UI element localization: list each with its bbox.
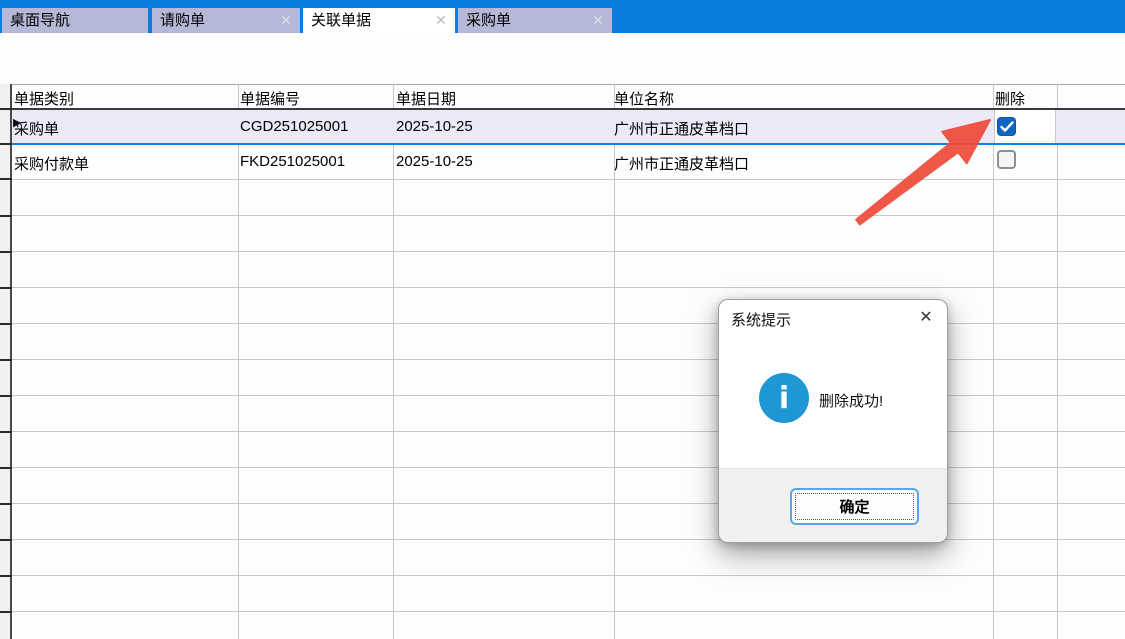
column-header-doc-type[interactable]: 单据类别 — [14, 88, 74, 109]
close-icon[interactable]: ✕ — [278, 8, 294, 33]
tab-label: 采购单 — [466, 12, 511, 29]
gutter-tick — [0, 323, 12, 325]
column-header-doc-date[interactable]: 单据日期 — [396, 88, 456, 109]
tab-bar: 桌面导航 请购单 ✕ 关联单据 ✕ 采购单 ✕ — [0, 0, 1125, 33]
tab-label: 桌面导航 — [10, 12, 70, 29]
header-bottom-border — [0, 108, 1125, 110]
gutter-tick — [0, 143, 12, 145]
tab-desktop-nav[interactable]: 桌面导航 — [2, 8, 148, 33]
selected-row-bottom-border — [0, 143, 1125, 145]
info-icon: i — [759, 373, 809, 423]
dialog-title: 系统提示 — [731, 309, 791, 330]
tab-label: 请购单 — [160, 12, 205, 29]
gutter-tick — [0, 395, 12, 397]
gutter-tick — [0, 467, 12, 469]
grid-top-border — [0, 84, 1125, 85]
gutter-tick — [0, 178, 12, 180]
dialog-body: i 删除成功! — [719, 336, 947, 468]
cell-unit-name: 广州市正通皮革档口 — [614, 153, 749, 174]
gridline-horizontal — [0, 179, 1125, 180]
cell-unit-name: 广州市正通皮革档口 — [614, 118, 749, 139]
table-row-selected-highlight[interactable] — [12, 110, 1125, 143]
tab-purchase-order[interactable]: 采购单 ✕ — [458, 8, 612, 33]
gutter-tick — [0, 215, 12, 217]
record-indicator-gutter — [0, 84, 12, 639]
gutter-tick — [0, 539, 12, 541]
dialog-footer: 确定 — [719, 468, 947, 543]
gutter-tick — [0, 611, 12, 613]
ok-button[interactable]: 确定 — [790, 488, 919, 525]
gutter-tick — [0, 108, 12, 110]
gutter-tick — [0, 503, 12, 505]
cell-doc-number: FKD251025001 — [240, 153, 345, 170]
cell-doc-date: 2025-10-25 — [396, 153, 473, 170]
column-header-doc-number[interactable]: 单据编号 — [240, 88, 300, 109]
column-header-delete[interactable]: 删除 — [995, 88, 1025, 109]
system-prompt-dialog: 系统提示 ✕ i 删除成功! 确定 — [718, 299, 948, 543]
cell-doc-number: CGD251025001 — [240, 118, 348, 135]
cell-doc-date: 2025-10-25 — [396, 118, 473, 135]
delete-checkbox-row2-unchecked[interactable] — [997, 150, 1016, 169]
tab-linked-documents[interactable]: 关联单据 ✕ — [303, 8, 455, 33]
tab-label: 关联单据 — [311, 12, 371, 29]
grid-empty-rows — [12, 180, 1125, 639]
gutter-tick — [0, 431, 12, 433]
close-icon[interactable]: ✕ — [433, 8, 449, 33]
gutter-tick — [0, 287, 12, 289]
dialog-message: 删除成功! — [819, 390, 883, 411]
check-icon — [1000, 121, 1014, 133]
delete-checkbox-row1-checked[interactable] — [997, 117, 1016, 136]
current-row-indicator-icon: ▶ — [13, 116, 21, 129]
gutter-tick — [0, 575, 12, 577]
close-icon[interactable]: ✕ — [913, 306, 939, 330]
gutter-tick — [0, 359, 12, 361]
close-icon[interactable]: ✕ — [590, 8, 606, 33]
cell-doc-type: 采购付款单 — [14, 153, 89, 174]
column-header-unit-name[interactable]: 单位名称 — [614, 88, 674, 109]
tab-purchase-requisition[interactable]: 请购单 ✕ — [152, 8, 300, 33]
gutter-tick — [0, 251, 12, 253]
